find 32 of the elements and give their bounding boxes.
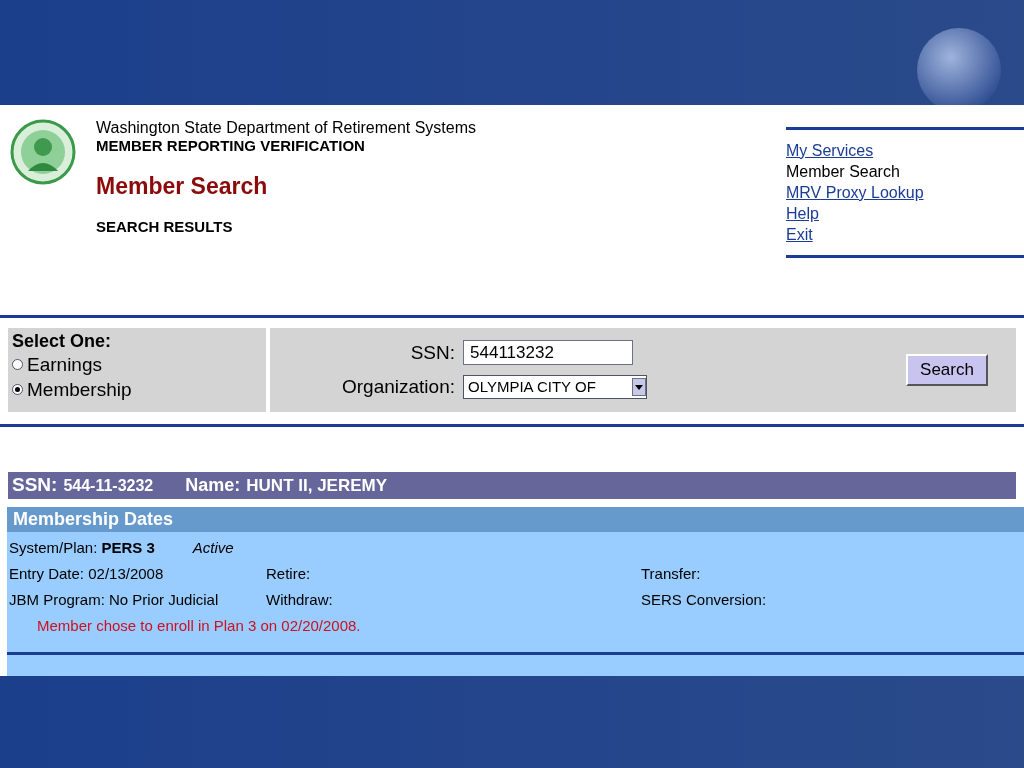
radio-option[interactable]: Earnings [12,352,102,377]
system-plan-value: PERS 3 [101,538,155,558]
membership-field: Entry Date: 02/13/2008 [9,564,266,584]
member-name: HUNT II, JEREMY [246,474,388,497]
system-plan-label: System/Plan: [9,538,98,558]
ssn-label: SSN: [12,473,58,498]
search-button[interactable]: Search [906,354,988,386]
membership-title: Membership Dates [13,508,174,531]
system-name: MEMBER REPORTING VERIFICATION [96,137,366,155]
section-subtitle: SEARCH RESULTS [96,216,234,237]
nav-link[interactable]: Exit [786,224,813,245]
membership-field: JBM Program: No Prior Judicial [9,590,266,610]
ssn-value: 544-11-3232 [63,475,154,496]
nav-current-page: Member Search [786,162,900,182]
membership-field: Withdraw: [266,590,641,610]
enrollment-note: Member chose to enroll in Plan 3 on 02/20/2008. [36,616,362,636]
membership-field: SERS Conversion: [641,590,1024,610]
membership-field: Retire: [266,564,641,584]
organization-select[interactable]: OLYMPIA CITY OF [463,375,647,400]
status-text: Active [192,538,234,558]
nav-link[interactable]: MRV Proxy Lookup [786,182,924,203]
radio-option[interactable]: Membership [12,377,132,402]
organization-label: Organization: [342,375,455,399]
agency-name: Washington State Department of Retirement Systems [96,119,476,137]
ssn-label: SSN: [409,340,455,365]
name-label: Name: [185,474,241,497]
nav-link[interactable]: My Services [786,140,874,161]
ssn-input[interactable]: 544113232 [463,340,633,366]
page-title: Member Search [96,172,269,201]
nav-link[interactable]: Help [786,203,819,224]
membership-field: Transfer: [641,564,1024,584]
select-label: Select One: [12,330,112,352]
